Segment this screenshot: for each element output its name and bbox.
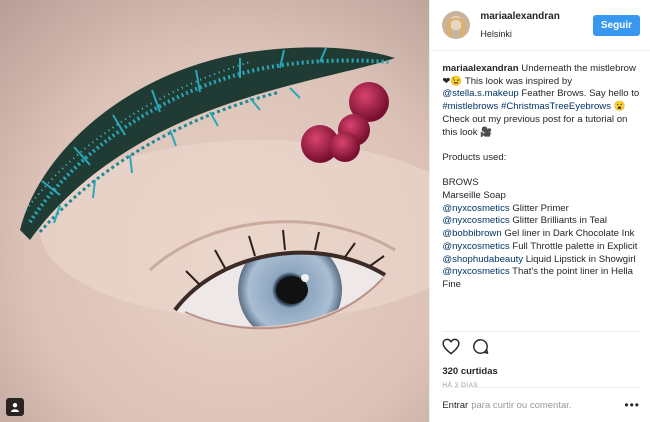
instagram-post: mariaalexandran Helsinki Seguir mariaale… [0,0,650,422]
post-photo[interactable] [0,0,430,422]
caption-text: Check out my previous post for a tutoria… [442,113,628,138]
likes-count[interactable]: 320 curtidas [442,366,638,377]
product-line: @nyxcosmetics Glitter Brilliants in Teal [442,215,640,228]
author-info: mariaalexandran Helsinki [480,10,593,41]
product-line: @bobbibrown Gel liner in Dark Chocolate … [442,228,640,241]
author-username[interactable]: mariaalexandran [480,10,593,24]
product-line: @nyxcosmetics That's the point liner in … [442,266,640,291]
follow-button[interactable]: Seguir [592,14,640,36]
mention-link[interactable]: @shophudabeauty [442,254,523,265]
mention-link[interactable]: @bobbibrown [442,228,501,239]
product-text: Glitter Primer [509,202,569,214]
post-caption: mariaalexandran Underneath the mistlebro… [430,51,650,331]
comment-icon[interactable] [472,338,489,360]
mention-link[interactable]: @nyxcosmetics [442,203,509,214]
hashtag-link[interactable]: #mistlebrows [442,101,498,112]
action-bar [442,331,640,360]
eye-makeup-illustration [0,0,430,422]
login-link[interactable]: Entrar [442,400,468,411]
caption-username[interactable]: mariaalexandran [442,63,518,74]
product-text: Gel liner in Dark Chocolate Ink [501,228,635,240]
avatar[interactable] [442,11,471,39]
caption-text: Feather Brows. Say hello to [518,88,640,100]
mention-link[interactable]: @nyxcosmetics [442,266,509,277]
post-sidebar: mariaalexandran Helsinki Seguir mariaale… [429,0,650,422]
products-heading: Products used: [442,151,507,163]
mention-link[interactable]: @stella.s.makeup [442,88,518,99]
comment-bar: Entrar para curtir ou comentar. ••• [442,387,640,422]
tagged-user-icon[interactable] [6,398,24,416]
caption-text: Underneath the mistlebrow [518,63,636,74]
post-location[interactable]: Helsinki [480,27,593,41]
face-emoji: 😮 [613,101,626,113]
mention-link[interactable]: @nyxcosmetics [442,215,509,226]
section-heading: BROWS [442,177,479,189]
caption-text: This look was inspired by [462,75,573,87]
post-header: mariaalexandran Helsinki Seguir [430,0,650,51]
product-text: Full Throttle palette in Explicit [509,240,638,252]
more-options-icon[interactable]: ••• [624,398,640,412]
mention-link[interactable]: @nyxcosmetics [442,241,509,252]
hashtag-link[interactable]: #ChristmasTreeEyebrows [501,101,611,112]
product-line: @shophudabeauty Liquid Lipstick in Showg… [442,254,640,267]
heart-icon[interactable] [442,338,460,360]
wink-emoji: 😉 [450,75,463,87]
product-line: @nyxcosmetics Glitter Primer [442,203,640,216]
product-text: Liquid Lipstick in Showgirl [523,253,636,265]
product-text: Glitter Brilliants in Teal [509,215,608,227]
comment-prompt: para curtir ou comentar. [471,399,572,411]
product-line: Marseille Soap [442,190,506,201]
product-line: @nyxcosmetics Full Throttle palette in E… [442,241,640,254]
camera-emoji: 🎥 [480,126,493,138]
